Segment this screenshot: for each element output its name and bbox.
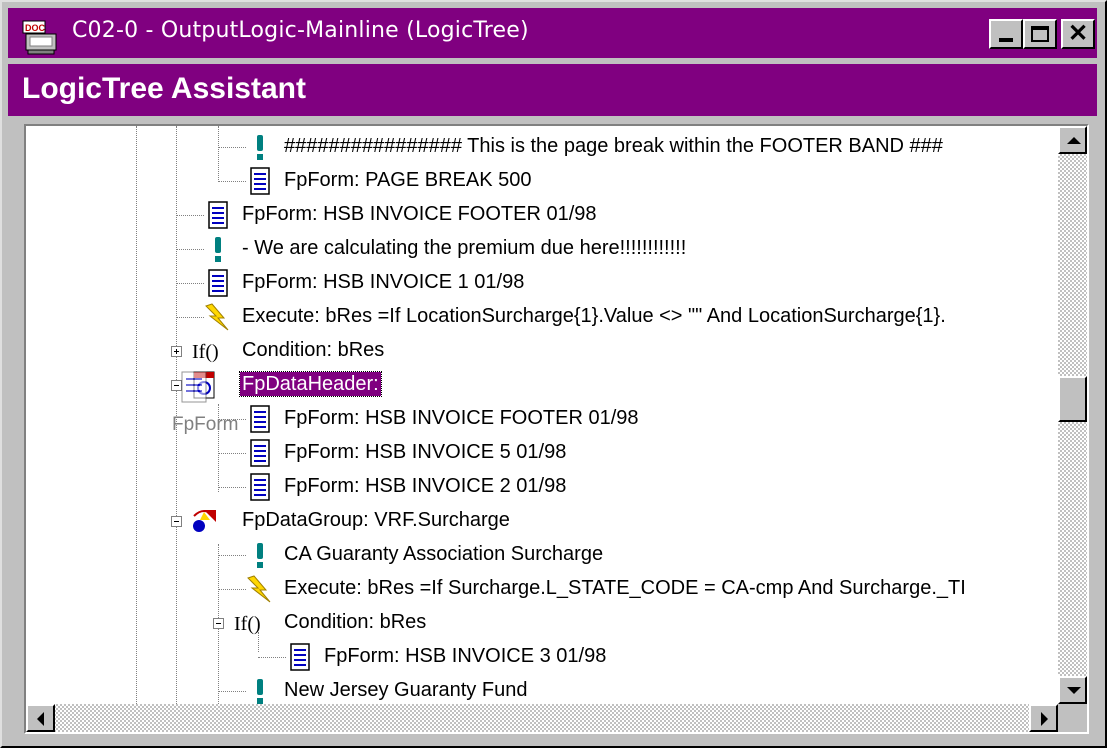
arrow-up-icon: [1067, 137, 1081, 144]
tree-item-label: FpForm: HSB INVOICE 5 01/98: [284, 441, 567, 463]
tree-item[interactable]: New Jersey Guaranty Fund: [218, 674, 1058, 704]
form-page-icon: [208, 201, 228, 229]
scroll-left-button[interactable]: [26, 704, 55, 732]
tree-item-label: FpForm: HSB INVOICE FOOTER 01/98: [284, 407, 639, 429]
tree-item-label: New Jersey Guaranty Fund: [284, 679, 528, 701]
exclamation-icon: [257, 135, 263, 160]
tree-item[interactable]: Execute: bRes =If Surcharge.L_STATE_CODE…: [218, 572, 1058, 606]
tree-item[interactable]: ################ This is the page break …: [218, 130, 1058, 164]
tree-connector: [218, 419, 246, 420]
arrow-left-icon: [37, 712, 44, 726]
exclamation-icon: [215, 237, 221, 262]
collapse-toggle[interactable]: [213, 618, 224, 629]
tree-item[interactable]: FpForm: HSB INVOICE FOOTER 01/98: [218, 402, 1058, 436]
tree-item-selected[interactable]: FpDataHeader:: [164, 368, 1056, 402]
logic-tree[interactable]: ################ This is the page break …: [26, 126, 1058, 704]
tree-item-label: Condition: bRes: [284, 611, 427, 633]
scroll-down-button[interactable]: [1058, 676, 1087, 704]
tree-item[interactable]: FpDataGroup: VRF.Surcharge: [164, 504, 1056, 538]
tree-item-label: FpForm: PAGE BREAK 500: [284, 169, 532, 191]
tree-item-label: - We are calculating the premium due her…: [242, 237, 687, 259]
vertical-scroll-thumb[interactable]: [1058, 376, 1087, 422]
tree-item[interactable]: FpForm: HSB INVOICE 3 01/98: [258, 640, 1058, 674]
tree-connector: [218, 487, 246, 488]
window-title: C02-0 - OutputLogic-Mainline (LogicTree): [72, 18, 529, 43]
tree-item-label: FpForm: HSB INVOICE 1 01/98: [242, 271, 525, 293]
form-page-icon: [208, 269, 228, 297]
tree-connector: [176, 215, 204, 216]
form-page-icon: [250, 473, 270, 501]
tree-item[interactable]: FpForm: PAGE BREAK 500: [218, 164, 1058, 198]
svg-text:If(): If(): [192, 341, 218, 363]
tree-item-label: FpForm: HSB INVOICE FOOTER 01/98: [242, 203, 597, 225]
condition-icon: If(): [192, 341, 218, 363]
tree-item[interactable]: FpForm: HSB INVOICE 2 01/98: [218, 470, 1058, 504]
tree-connector: [218, 147, 246, 148]
minimize-button[interactable]: [989, 19, 1023, 49]
collapse-toggle[interactable]: [171, 516, 182, 527]
tree-item-label: CA Guaranty Association Surcharge: [284, 543, 604, 565]
exclamation-icon: [257, 543, 263, 568]
lightning-icon: [247, 575, 271, 603]
tree-connector: [176, 317, 204, 318]
close-button[interactable]: ✕: [1061, 19, 1095, 49]
tree-item-label: Execute: bRes =If LocationSurcharge{1}.V…: [242, 305, 946, 327]
condition-icon: If(): [234, 613, 260, 635]
tree-item[interactable]: If() Condition: bRes: [164, 334, 1056, 368]
form-page-icon: [290, 643, 310, 671]
tree-item[interactable]: FpForm: HSB INVOICE 5 01/98: [218, 436, 1058, 470]
tree-item[interactable]: - We are calculating the premium due her…: [176, 232, 1056, 266]
assistant-title: LogicTree Assistant: [22, 72, 306, 105]
tree-item-label: Condition: bRes: [242, 339, 385, 361]
form-page-icon: [250, 439, 270, 467]
assistant-header: LogicTree Assistant: [8, 64, 1097, 116]
tree-item-label: FpDataHeader:: [239, 371, 382, 397]
scroll-up-button[interactable]: [1058, 126, 1087, 154]
tree-item[interactable]: FpForm: HSB INVOICE 1 01/98: [176, 266, 1056, 300]
tree-item[interactable]: Execute: bRes =If LocationSurcharge{1}.V…: [176, 300, 1056, 334]
title-bar[interactable]: DOC C02-0 - OutputLogic-Mainline (LogicT…: [8, 8, 1097, 58]
form-page-icon: [250, 405, 270, 433]
tree-connector: [218, 589, 246, 590]
tree-item-label: ################ This is the page break …: [284, 135, 943, 157]
svg-text:DOC: DOC: [25, 23, 46, 33]
arrow-down-icon: [1067, 687, 1081, 694]
horizontal-scrollbar[interactable]: [26, 704, 1058, 732]
vertical-scrollbar[interactable]: [1058, 126, 1087, 704]
data-group-icon: [193, 510, 216, 532]
maximize-icon: [1031, 26, 1049, 42]
tree-item-label: FpForm: HSB INVOICE 3 01/98: [324, 645, 607, 667]
tree-connector: [258, 657, 286, 658]
tree-connector: [176, 283, 204, 284]
minimize-icon: [999, 38, 1013, 42]
expand-toggle[interactable]: [171, 346, 182, 357]
tree-connector: [218, 691, 246, 692]
drag-ghost-icon: [181, 371, 207, 403]
tree-connector: [218, 555, 246, 556]
close-icon: ✕: [1067, 20, 1089, 47]
svg-text:If(): If(): [234, 613, 260, 635]
lightning-icon: [205, 303, 229, 331]
tree-connector: [218, 453, 246, 454]
tree-item-label: Execute: bRes =If Surcharge.L_STATE_CODE…: [284, 577, 966, 599]
scrollbar-corner: [1058, 704, 1087, 732]
form-page-icon: [250, 167, 270, 195]
tree-item-label: FpForm: HSB INVOICE 2 01/98: [284, 475, 567, 497]
arrow-right-icon: [1041, 712, 1048, 726]
scroll-right-button[interactable]: [1029, 704, 1058, 732]
maximize-button[interactable]: [1023, 19, 1057, 49]
tree-connector: [218, 181, 246, 182]
tree-guide-line: [136, 126, 137, 704]
tree-connector: [176, 249, 204, 250]
tree-item[interactable]: If() Condition: bRes: [206, 606, 1056, 640]
tree-item-label: FpDataGroup: VRF.Surcharge: [242, 509, 510, 531]
tree-item[interactable]: CA Guaranty Association Surcharge: [218, 538, 1058, 572]
tree-item[interactable]: FpForm: HSB INVOICE FOOTER 01/98: [176, 198, 1056, 232]
exclamation-icon: [257, 679, 263, 704]
doc-icon[interactable]: DOC: [22, 20, 60, 56]
